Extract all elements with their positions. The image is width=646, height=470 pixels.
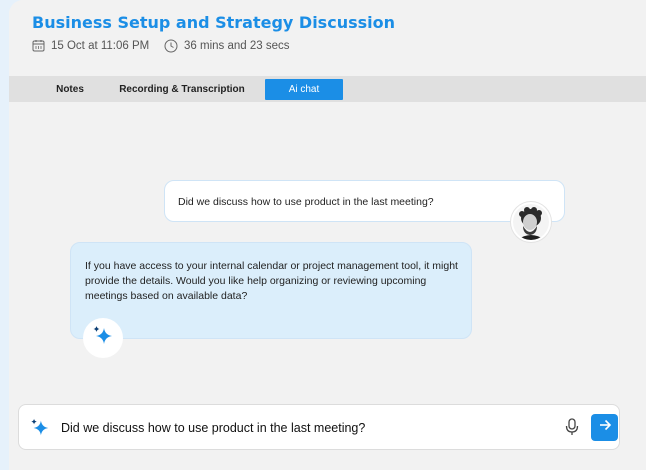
avatar — [511, 202, 551, 242]
sparkle-icon — [91, 324, 115, 353]
calendar-icon — [32, 39, 45, 52]
meeting-duration: 36 mins and 23 secs — [164, 39, 289, 53]
tab-ai-chat[interactable]: Ai chat — [265, 79, 343, 100]
meeting-panel: Business Setup and Strategy Discussion 1… — [9, 0, 646, 470]
send-button[interactable] — [591, 414, 618, 441]
microphone-icon[interactable] — [564, 417, 580, 442]
user-message-bubble: Did we discuss how to use product in the… — [164, 180, 565, 222]
meeting-title: Business Setup and Strategy Discussion — [32, 13, 395, 32]
meeting-header: Business Setup and Strategy Discussion 1… — [9, 0, 646, 74]
meeting-date: 15 Oct at 11:06 PM — [32, 39, 149, 52]
tab-bar: Notes Recording & Transcription Ai chat — [9, 76, 646, 102]
meeting-duration-text: 36 mins and 23 secs — [184, 40, 290, 52]
ai-avatar — [83, 318, 123, 358]
chat-input[interactable]: Did we discuss how to use product in the… — [61, 421, 365, 435]
meeting-date-text: 15 Oct at 11:06 PM — [51, 39, 150, 52]
ai-message-bubble: If you have access to your internal cale… — [70, 242, 472, 339]
tab-notes[interactable]: Notes — [45, 79, 95, 100]
sparkle-icon — [29, 417, 51, 444]
clock-icon — [164, 39, 178, 53]
tab-recording-transcription[interactable]: Recording & Transcription — [117, 79, 247, 100]
chat-composer: Did we discuss how to use product in the… — [18, 404, 620, 450]
arrow-right-icon — [598, 418, 612, 437]
